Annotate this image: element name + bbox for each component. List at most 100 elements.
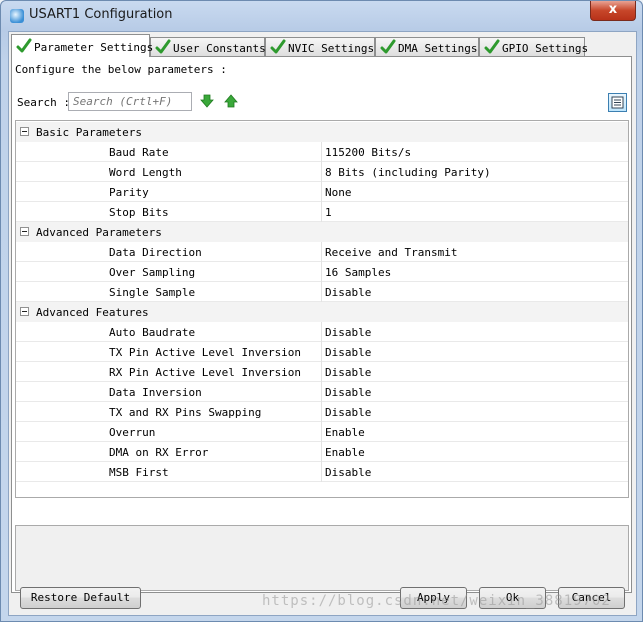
column-divider [321, 142, 322, 162]
close-button[interactable]: x [590, 1, 636, 21]
parameter-name: Overrun [109, 426, 156, 439]
parameter-row[interactable]: Data Inversion Disable [16, 382, 628, 402]
check-icon [155, 39, 171, 54]
parameter-row[interactable]: TX and RX Pins Swapping Disable [16, 402, 628, 422]
tree-group[interactable]: Advanced Parameters [16, 222, 628, 242]
arrow-up-icon[interactable] [224, 94, 238, 108]
parameter-name: TX and RX Pins Swapping [109, 406, 262, 419]
parameter-row[interactable]: Single Sample Disable [16, 282, 628, 302]
parameter-row[interactable]: RX Pin Active Level Inversion Disable [16, 362, 628, 382]
parameter-row[interactable]: Auto Baudrate Disable [16, 322, 628, 342]
parameter-name: DMA on RX Error [109, 446, 209, 459]
instruction-text: Configure the below parameters : [15, 63, 227, 76]
search-label: Search : [17, 96, 70, 109]
tab-parameter-settings[interactable]: Parameter Settings [11, 34, 154, 57]
parameter-name: Data Inversion [109, 386, 202, 399]
tab-bar: Parameter Settings User Constants NVIC S… [11, 34, 631, 57]
parameter-name: RX Pin Active Level Inversion [109, 366, 302, 379]
parameter-value[interactable]: 1 [325, 206, 332, 219]
list-view-icon [611, 96, 624, 109]
parameter-row[interactable]: TX Pin Active Level Inversion Disable [16, 342, 628, 362]
column-divider [321, 282, 322, 302]
usart1-config-window: USART1 Configuration x Parameter Setting… [0, 0, 643, 622]
parameter-value[interactable]: 8 Bits (including Parity) [325, 166, 491, 179]
tab-gpio-settings[interactable]: GPIO Settings [479, 37, 589, 56]
parameter-tree: Basic Parameters Baud Rate 115200 Bits/s Wo… [15, 120, 629, 498]
parameter-row[interactable]: Parity None [16, 182, 628, 202]
tree-group[interactable]: Advanced Features [16, 302, 628, 322]
check-icon [270, 39, 286, 54]
app-icon [10, 9, 24, 23]
parameter-value[interactable]: None [325, 186, 352, 199]
column-divider [321, 402, 322, 422]
check-icon [484, 39, 500, 54]
tab-dma-settings[interactable]: DMA Settings [375, 37, 479, 56]
column-divider [321, 382, 322, 402]
parameter-value[interactable]: 16 Samples [325, 266, 391, 279]
tree-group[interactable]: Basic Parameters [16, 122, 628, 142]
column-divider [321, 362, 322, 382]
parameter-name: Baud Rate [109, 146, 169, 159]
parameter-value[interactable]: Receive and Transmit [325, 246, 457, 259]
parameter-settings-panel: Configure the below parameters : Search … [11, 56, 632, 593]
parameter-row[interactable]: Word Length 8 Bits (including Parity) [16, 162, 628, 182]
column-divider [321, 342, 322, 362]
collapse-icon[interactable] [20, 227, 29, 236]
description-box [15, 525, 629, 591]
parameter-row[interactable]: MSB First Disable [16, 462, 628, 482]
view-toggle-button[interactable] [608, 93, 627, 112]
tab-label: Parameter Settings [34, 41, 154, 54]
parameter-row[interactable]: Overrun Enable [16, 422, 628, 442]
parameter-value[interactable]: Enable [325, 446, 365, 459]
parameter-name: Data Direction [109, 246, 202, 259]
parameter-value[interactable]: Disable [325, 466, 371, 479]
tab-label: NVIC Settings [288, 42, 375, 55]
parameter-value[interactable]: Enable [325, 426, 365, 439]
column-divider [321, 422, 322, 442]
parameter-name: Auto Baudrate [109, 326, 196, 339]
parameter-value[interactable]: 115200 Bits/s [325, 146, 411, 159]
group-label: Basic Parameters [36, 126, 142, 139]
tab-user-constants[interactable]: User Constants [150, 37, 266, 56]
restore-default-button[interactable]: Restore Default [20, 587, 141, 609]
collapse-icon[interactable] [20, 127, 29, 136]
parameter-name: Over Sampling [109, 266, 196, 279]
parameter-row[interactable]: Over Sampling 16 Samples [16, 262, 628, 282]
parameter-value[interactable]: Disable [325, 366, 371, 379]
parameter-value[interactable]: Disable [325, 346, 371, 359]
check-icon [16, 38, 32, 53]
parameter-row[interactable]: Baud Rate 115200 Bits/s [16, 142, 628, 162]
column-divider [321, 242, 322, 262]
tab-label: User Constants [173, 42, 266, 55]
search-input[interactable] [68, 92, 192, 111]
watermark: https://blog.csdn.net/weixin_38819702 [262, 593, 611, 609]
group-label: Advanced Parameters [36, 226, 162, 239]
parameter-name: Single Sample [109, 286, 196, 299]
parameter-value[interactable]: Disable [325, 406, 371, 419]
column-divider [321, 442, 322, 462]
title-bar[interactable]: USART1 Configuration x [1, 1, 642, 31]
check-icon [380, 39, 396, 54]
dialog-client: Parameter Settings User Constants NVIC S… [8, 31, 637, 616]
parameter-name: Word Length [109, 166, 182, 179]
parameter-name: Stop Bits [109, 206, 169, 219]
tab-label: DMA Settings [398, 42, 478, 55]
column-divider [321, 262, 322, 282]
parameter-value[interactable]: Disable [325, 286, 371, 299]
column-divider [321, 322, 322, 342]
parameter-value[interactable]: Disable [325, 326, 371, 339]
parameter-name: MSB First [109, 466, 169, 479]
column-divider [321, 182, 322, 202]
tab-label: GPIO Settings [502, 42, 589, 55]
group-label: Advanced Features [36, 306, 149, 319]
window-title: USART1 Configuration [29, 7, 173, 22]
parameter-value[interactable]: Disable [325, 386, 371, 399]
parameter-row[interactable]: Data Direction Receive and Transmit [16, 242, 628, 262]
parameter-name: Parity [109, 186, 149, 199]
parameter-row[interactable]: DMA on RX Error Enable [16, 442, 628, 462]
arrow-down-icon[interactable] [200, 94, 214, 108]
collapse-icon[interactable] [20, 307, 29, 316]
column-divider [321, 162, 322, 182]
tab-nvic-settings[interactable]: NVIC Settings [265, 37, 375, 56]
parameter-row[interactable]: Stop Bits 1 [16, 202, 628, 222]
